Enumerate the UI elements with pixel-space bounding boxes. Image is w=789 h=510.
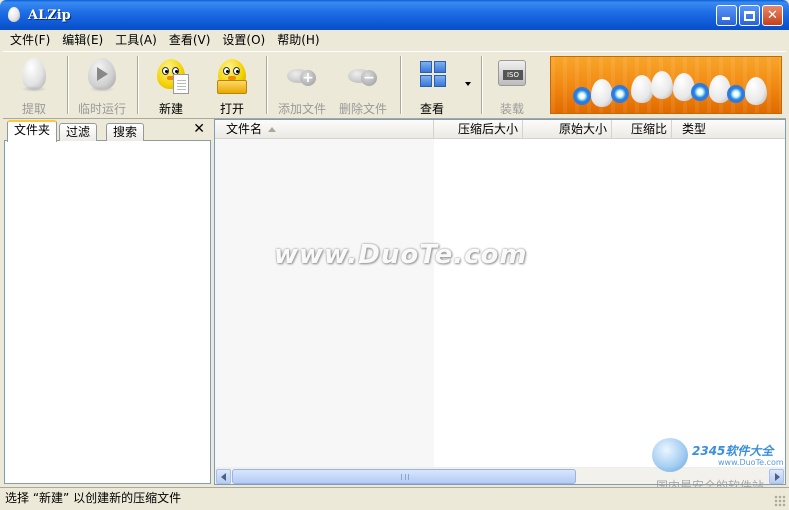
extract-label: 提取 bbox=[21, 102, 46, 116]
mount-button[interactable]: ISO 装载 bbox=[483, 52, 541, 118]
add-files-label: 添加文件 bbox=[277, 102, 326, 116]
watermark-text: www.DuoTe.com bbox=[274, 240, 528, 270]
scroll-left-arrow-icon[interactable] bbox=[216, 469, 231, 484]
tab-folders[interactable]: 文件夹 bbox=[7, 120, 58, 142]
mount-label: 装载 bbox=[499, 102, 524, 116]
iso-disc-icon: ISO bbox=[494, 56, 530, 94]
menu-help[interactable]: 帮助(H) bbox=[271, 31, 325, 49]
close-button[interactable]: ✕ bbox=[762, 5, 783, 26]
alzip-app-icon[interactable] bbox=[6, 6, 22, 24]
toolbar-separator bbox=[400, 56, 402, 114]
delete-files-button[interactable]: − 删除文件 bbox=[334, 52, 392, 118]
column-header-ratio[interactable]: 压缩比 bbox=[612, 120, 672, 139]
close-panel-icon[interactable]: ✕ bbox=[193, 122, 205, 136]
corner-watermark-logo: 2345软件大全 www.DuoTe.com 国内最安全的软件站 bbox=[648, 432, 788, 493]
menu-view[interactable]: 查看(V) bbox=[163, 31, 217, 49]
delete-files-icon: − bbox=[345, 56, 381, 94]
status-text: 选择 “新建” 以创建新的压缩文件 bbox=[5, 491, 182, 505]
left-tabs: 文件夹 过滤 搜索 ✕ bbox=[4, 120, 211, 142]
view-grid-icon bbox=[414, 56, 450, 94]
ad-banner[interactable] bbox=[550, 56, 782, 114]
left-panel: 文件夹 过滤 搜索 ✕ bbox=[4, 120, 211, 484]
open-archive-label: 打开 bbox=[219, 102, 244, 116]
tab-filter[interactable]: 过滤 bbox=[59, 123, 98, 141]
menu-bar: 文件(F) 编辑(E) 工具(A) 查看(V) 设置(O) 帮助(H) bbox=[0, 30, 789, 50]
extract-button[interactable]: 提取 bbox=[5, 52, 63, 118]
folder-tree[interactable] bbox=[4, 141, 211, 484]
title-bar[interactable]: ALZip ✕ bbox=[0, 0, 789, 30]
add-files-icon: + bbox=[284, 56, 320, 94]
column-header-compressed-size[interactable]: 压缩后大小 bbox=[434, 120, 523, 139]
corner-brand: 2345软件大全 bbox=[692, 444, 774, 458]
column-header-type[interactable]: 类型 bbox=[672, 120, 785, 139]
tab-search[interactable]: 搜索 bbox=[106, 123, 145, 141]
view-dropdown-arrow-icon[interactable] bbox=[465, 82, 471, 86]
view-button[interactable]: 查看 bbox=[403, 52, 461, 118]
minimize-icon bbox=[722, 17, 730, 20]
view-label: 查看 bbox=[419, 102, 444, 116]
menu-edit[interactable]: 编辑(E) bbox=[56, 31, 109, 49]
menu-settings[interactable]: 设置(O) bbox=[216, 31, 271, 49]
maximize-icon bbox=[744, 10, 755, 21]
column-header-original-size[interactable]: 原始大小 bbox=[523, 120, 612, 139]
menu-tools[interactable]: 工具(A) bbox=[109, 31, 163, 49]
egg-icon bbox=[16, 56, 52, 94]
temp-run-button[interactable]: 临时运行 bbox=[73, 52, 131, 118]
delete-files-label: 删除文件 bbox=[338, 102, 387, 116]
open-archive-button[interactable]: 打开 bbox=[203, 52, 261, 118]
file-list[interactable]: 文件名 压缩后大小 原始大小 压缩比 类型 bbox=[214, 119, 786, 485]
status-bar: 选择 “新建” 以创建新的压缩文件 bbox=[0, 487, 789, 510]
resize-grip-icon[interactable] bbox=[774, 495, 786, 507]
window-title: ALZip bbox=[28, 7, 71, 23]
sorted-column-shading bbox=[215, 139, 434, 468]
minimize-button[interactable] bbox=[716, 5, 737, 26]
toolbar-separator bbox=[137, 56, 139, 114]
list-header: 文件名 压缩后大小 原始大小 压缩比 类型 bbox=[215, 120, 785, 139]
close-icon: ✕ bbox=[767, 8, 778, 23]
temp-run-label: 临时运行 bbox=[77, 102, 126, 116]
mascot-icon bbox=[652, 438, 688, 472]
maximize-button[interactable] bbox=[739, 5, 760, 26]
new-archive-label: 新建 bbox=[158, 102, 183, 116]
corner-site: www.DuoTe.com bbox=[718, 458, 784, 467]
toolbar: 提取 临时运行 新建 打开 + 添加文件 − 删除文件 查看 ISO 装载 bbox=[3, 51, 786, 119]
new-archive-icon bbox=[153, 56, 189, 94]
scrollbar-thumb[interactable] bbox=[232, 469, 576, 484]
open-archive-icon bbox=[214, 56, 250, 94]
column-header-filename[interactable]: 文件名 bbox=[215, 120, 434, 139]
add-files-button[interactable]: + 添加文件 bbox=[273, 52, 331, 118]
toolbar-separator bbox=[67, 56, 69, 114]
menu-file[interactable]: 文件(F) bbox=[4, 31, 56, 49]
sort-ascending-icon bbox=[268, 127, 277, 132]
new-archive-button[interactable]: 新建 bbox=[142, 52, 200, 118]
toolbar-separator bbox=[266, 56, 268, 114]
play-icon bbox=[84, 56, 120, 94]
